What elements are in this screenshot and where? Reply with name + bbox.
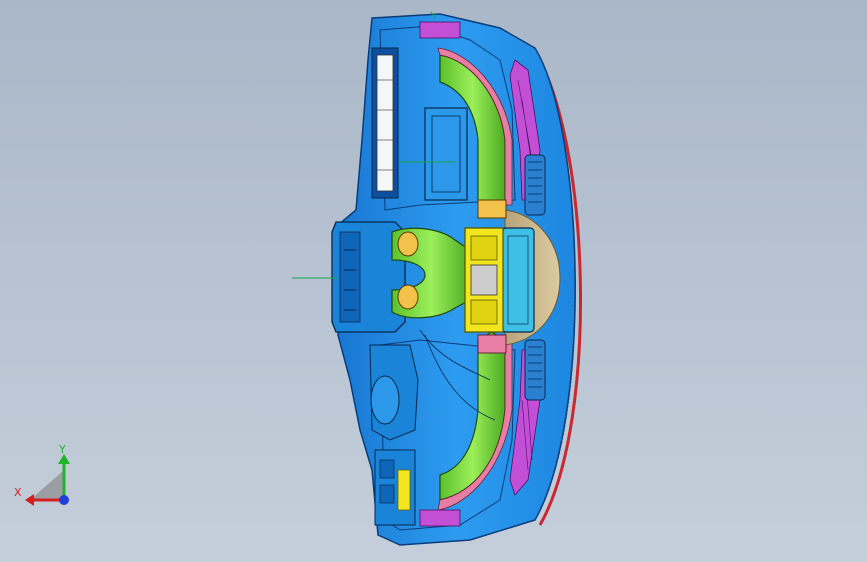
graphics-viewport[interactable]: Y X [0, 0, 867, 562]
dashboard-3d-model[interactable] [0, 0, 867, 562]
lower-left-gauge [370, 375, 400, 425]
center-vent-cyan [501, 227, 535, 333]
duct-outlet-upper [397, 231, 419, 257]
side-vent-lower [524, 339, 546, 401]
duct-connector-lower [477, 334, 507, 354]
coordinate-triad-icon [0, 0, 120, 140]
bottom-vent [419, 509, 461, 527]
top-vent [419, 21, 461, 39]
side-vent-upper [524, 154, 546, 216]
cluster-slot-inner [376, 54, 394, 192]
upper-window [424, 107, 468, 201]
duct-connector-upper [477, 199, 507, 219]
duct-outlet-lower [397, 284, 419, 310]
